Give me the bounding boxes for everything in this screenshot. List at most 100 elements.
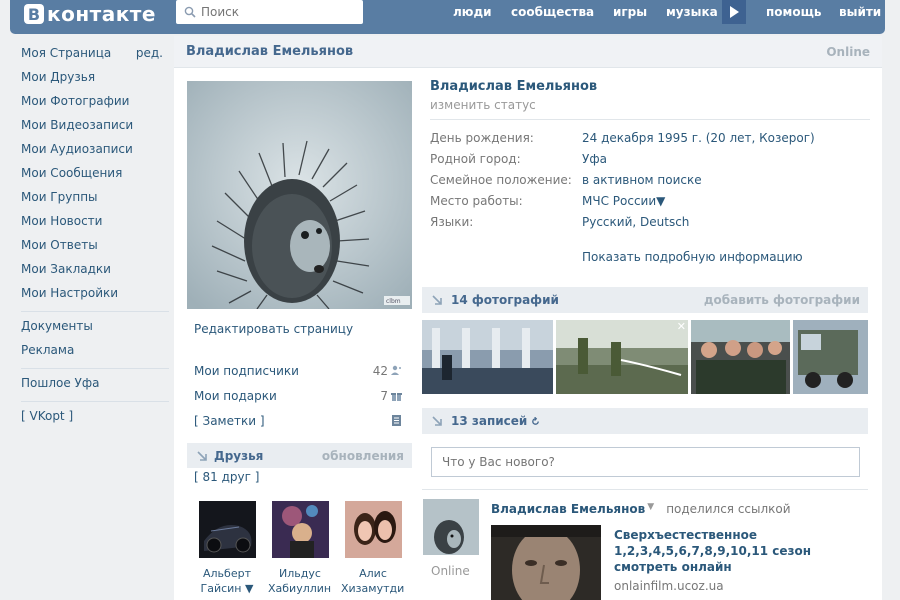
- photos-strip: ✕: [422, 320, 868, 394]
- gifts-count: 7: [380, 389, 402, 403]
- notes-row[interactable]: [ Заметки ]: [194, 408, 402, 433]
- menu-my-audio[interactable]: Мои Аудиозаписи: [21, 140, 165, 164]
- link-title[interactable]: Сверхъестественное 1,2,3,4,5,6,7,8,9,10,…: [614, 527, 864, 575]
- menu-my-videos[interactable]: Мои Видеозаписи: [21, 116, 165, 140]
- close-icon[interactable]: ✕: [677, 320, 686, 333]
- menu-documents[interactable]: Документы: [21, 317, 165, 341]
- followers-row[interactable]: Мои подписчики 42: [194, 358, 402, 383]
- gifts-row[interactable]: Мои подарки 7: [194, 383, 402, 408]
- search-icon: [184, 6, 196, 18]
- new-post-input[interactable]: [431, 447, 860, 477]
- search-box[interactable]: [176, 0, 363, 24]
- menu-my-news[interactable]: Мои Новости: [21, 212, 165, 236]
- play-button[interactable]: [722, 0, 746, 24]
- gifts-count-value: 7: [380, 388, 388, 403]
- profile-panel: Владислав Емельянов Online clbm Редактир…: [174, 36, 882, 600]
- profile-stats: Мои подписчики 42 Мои подарки 7 [ Заметк…: [194, 358, 402, 433]
- wall-title: 13 записей: [451, 414, 528, 428]
- menu-divider: [21, 368, 169, 369]
- online-status: Online: [826, 44, 870, 59]
- chevron-down-icon[interactable]: ▼: [647, 502, 654, 516]
- wall-title-wrap: 13 записей: [432, 414, 540, 428]
- gifts-label: Мои подарки: [194, 388, 277, 403]
- arrow-down-right-icon: [432, 295, 442, 305]
- menu-divider: [21, 311, 169, 312]
- search-input[interactable]: [201, 5, 351, 19]
- friend-last-name: Гайсин ▼: [200, 582, 254, 595]
- friend-last-name: Хизамутдинов ▼: [341, 582, 405, 595]
- info-value[interactable]: МЧС России▼: [582, 194, 665, 215]
- nav-logout[interactable]: выйти: [839, 0, 881, 24]
- info-value[interactable]: 24 декабря 1995 г. (20 лет, Козерог): [582, 131, 815, 152]
- menu-divider: [21, 401, 169, 402]
- change-status-link[interactable]: изменить статус: [430, 98, 870, 112]
- photo-thumb[interactable]: [691, 320, 790, 394]
- friend-last-name: Хабиуллин ▼: [268, 582, 332, 595]
- nav-games[interactable]: игры: [613, 0, 647, 24]
- info-row-hometown: Родной город: Уфа: [430, 152, 870, 173]
- nav-music[interactable]: музыка: [666, 0, 718, 24]
- refresh-icon[interactable]: [531, 416, 540, 426]
- friend-item[interactable]: Алис Хизамутдинов ▼: [341, 501, 405, 596]
- wall-divider: [422, 489, 868, 490]
- edit-link[interactable]: ред.: [136, 44, 163, 62]
- post-action: поделился ссылкой: [666, 502, 791, 516]
- menu-my-settings[interactable]: Мои Настройки: [21, 284, 165, 308]
- menu-my-groups[interactable]: Мои Группы: [21, 188, 165, 212]
- menu-group-ufa[interactable]: Пошлое Уфа: [21, 374, 165, 398]
- followers-label: Мои подписчики: [194, 363, 299, 378]
- arrow-down-right-icon: [197, 450, 207, 461]
- friend-item[interactable]: Ильдус Хабиуллин ▼: [268, 501, 332, 596]
- nav-help[interactable]: помощь: [766, 0, 821, 24]
- followers-icon: [391, 365, 401, 375]
- link-thumbnail[interactable]: [491, 525, 601, 600]
- photo-thumb[interactable]: [422, 320, 553, 394]
- friend-photo: [198, 501, 256, 558]
- friend-photo: [271, 501, 329, 558]
- menu-my-friends[interactable]: Мои Друзья: [21, 68, 165, 92]
- menu-my-photos[interactable]: Мои Фотографии: [21, 92, 165, 116]
- friends-header[interactable]: Друзья обновления: [187, 443, 412, 468]
- wall-header[interactable]: 13 записей: [422, 408, 868, 434]
- photo-thumb[interactable]: ✕: [556, 320, 688, 394]
- info-divider: [430, 119, 870, 120]
- photos-title: 14 фотографий: [451, 293, 559, 307]
- profile-info: Владислав Емельянов изменить статус День…: [430, 78, 870, 236]
- menu-my-messages[interactable]: Мои Сообщения: [21, 164, 165, 188]
- svg-text:clbm: clbm: [386, 298, 401, 305]
- play-icon: [730, 6, 739, 18]
- menu-my-answers[interactable]: Мои Ответы: [21, 236, 165, 260]
- info-value[interactable]: Уфа: [582, 152, 607, 173]
- menu-my-bookmarks[interactable]: Мои Закладки: [21, 260, 165, 284]
- show-more-info-link[interactable]: Показать подробную информацию: [582, 250, 803, 264]
- notes-label: [ Заметки ]: [194, 413, 265, 428]
- friend-photo: [344, 501, 402, 558]
- photos-header[interactable]: 14 фотографий добавить фотографии: [422, 287, 868, 313]
- menu-my-page[interactable]: Моя Страница ред.: [21, 44, 165, 68]
- header-name: Владислав Емельянов: [186, 44, 354, 59]
- edit-page-button[interactable]: Редактировать страницу: [194, 322, 353, 336]
- logo-text: контакте: [47, 2, 156, 26]
- friends-updates-link[interactable]: обновления: [322, 449, 404, 463]
- info-value[interactable]: в активном поиске: [582, 173, 702, 194]
- post-author-name[interactable]: Владислав Емельянов: [491, 502, 645, 516]
- friend-first-name: Альберт: [203, 567, 251, 580]
- photo-thumb[interactable]: [793, 320, 868, 394]
- friend-item[interactable]: Альберт Гайсин ▼: [195, 501, 259, 596]
- logo-badge: В: [24, 4, 44, 24]
- info-row-birthday: День рождения: 24 декабря 1995 г. (20 лет…: [430, 131, 870, 152]
- link-site[interactable]: onlainfilm.ucoz.ua: [614, 579, 724, 593]
- profile-avatar[interactable]: clbm: [187, 81, 412, 309]
- friends-count[interactable]: [ 81 друг ]: [194, 470, 259, 484]
- gift-icon: [391, 393, 402, 401]
- profile-name: Владислав Емельянов: [430, 79, 598, 94]
- add-photos-link[interactable]: добавить фотографии: [704, 293, 860, 307]
- menu-vkopt[interactable]: [ VKopt ]: [21, 407, 165, 431]
- menu-ads[interactable]: Реклама: [21, 341, 165, 365]
- nav-communities[interactable]: сообщества: [511, 0, 594, 24]
- friend-first-name: Алис: [359, 567, 387, 580]
- nav-people[interactable]: люди: [453, 0, 492, 24]
- vk-logo[interactable]: В контакте: [24, 1, 156, 27]
- info-value[interactable]: Русский, Deutsch: [582, 215, 689, 236]
- post-author-avatar[interactable]: [423, 499, 479, 555]
